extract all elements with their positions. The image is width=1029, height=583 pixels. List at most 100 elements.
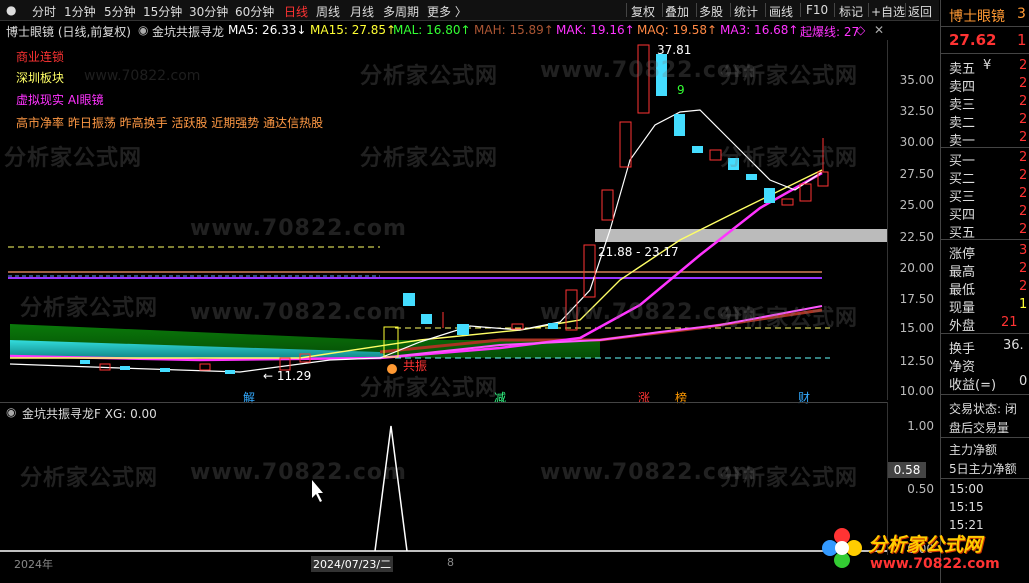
fuquan-button[interactable]: 复权 [631, 3, 655, 20]
bid4-label: 买四 [949, 208, 976, 223]
stock-title: 博士眼镜 (日线,前复权) [6, 25, 131, 39]
date-bar: 2024年 2024/07/23/二 8 [0, 556, 887, 572]
statistics-button[interactable]: 统计 [734, 3, 758, 20]
tags-label: 高市净率 昨日振荡 昨高换手 活跃股 近期强势 通达信热股 [16, 116, 324, 130]
cursor-date-label: 2024/07/23/二 [311, 556, 394, 572]
bid4-value: 2 [1019, 204, 1028, 219]
outer-label: 外盘 [949, 319, 976, 334]
limit-up-value: 3 [1019, 243, 1028, 258]
volume-label: 现量 [949, 301, 976, 316]
mouse-cursor-icon [312, 480, 323, 502]
high-value: 2 [1019, 261, 1028, 276]
logo-flower-icon [818, 524, 866, 572]
bid2-label: 买二 [949, 172, 976, 187]
current-price: 27.62 [949, 31, 997, 49]
period-tab-5min[interactable]: 5分钟 [104, 3, 136, 20]
eps-label: 收益(=) [949, 378, 997, 393]
outer-value: 21 [1001, 315, 1018, 330]
concept-label: 虚拟现实 AI眼镜 [16, 93, 104, 107]
bid5-value: 2 [1019, 222, 1028, 237]
axis-tick: 17.50 [899, 292, 934, 306]
stock-name: 博士眼镜 [949, 9, 1005, 25]
period-tab-more[interactable]: 更多 〉 [427, 3, 467, 20]
bid1-value: 2 [1019, 150, 1028, 165]
add-watchlist-button[interactable]: +自选 [871, 3, 905, 20]
bid3-value: 2 [1019, 186, 1028, 201]
period-tab-weekly[interactable]: 周线 [316, 3, 340, 20]
mah-value: MAH: 15.89↑ [474, 23, 554, 37]
axis-tick: 10.00 [899, 384, 934, 398]
ask5-value: 2 [1019, 58, 1028, 73]
tick-time: 15:00 [949, 482, 984, 496]
peak-price-label: 37.81 [657, 43, 692, 57]
logo-url-text: www.70822.com [870, 556, 1000, 572]
close-icon[interactable]: ✕ [874, 23, 884, 37]
tick-time: 15:15 [949, 500, 984, 514]
ask3-value: 2 [1019, 94, 1028, 109]
mark-button[interactable]: 标记 [839, 3, 863, 20]
period-tab-60min[interactable]: 60分钟 [235, 3, 274, 20]
yen-icon: ¥ [983, 58, 992, 73]
watermark: 分析家公式网 [360, 376, 499, 401]
axis-tick: 35.00 [899, 73, 934, 87]
axis-tick: 12.50 [899, 354, 934, 368]
overlay-button[interactable]: 叠加 [665, 3, 689, 20]
ask2-label: 卖二 [949, 116, 976, 131]
sub-indicator-chart[interactable] [0, 420, 887, 555]
ask5-label: 卖五 [949, 62, 976, 77]
settings-icon[interactable]: ◉ [138, 23, 148, 37]
period-tab-30min[interactable]: 30分钟 [189, 3, 228, 20]
trade-status: 交易状态: 闭 [949, 402, 1017, 416]
period-tab-1min[interactable]: 1分钟 [64, 3, 96, 20]
logo-site-text: 分析家公式网 [868, 534, 983, 556]
main-net-label: 主力净额 [949, 443, 998, 457]
indicator-header: 博士眼镜 (日线,前复权) ◉ 金坑共振寻龙 MA5: 26.33↓ MA15:… [0, 21, 890, 39]
range-label: 21.88 - 23.17 [598, 245, 679, 259]
period-tab-fenshi[interactable]: 分时 [32, 3, 56, 20]
period-tab-15min[interactable]: 15分钟 [143, 3, 182, 20]
period-tab-monthly[interactable]: 月线 [350, 3, 374, 20]
year-label: 2024年 [14, 558, 53, 571]
price-suffix: 1 [1017, 31, 1027, 49]
period-tab-daily[interactable]: 日线 [284, 3, 308, 20]
main-net-5d-label: 5日主力净额 [949, 462, 1017, 476]
eps-value: 0 [1019, 374, 1028, 389]
low-label: 最低 [949, 283, 976, 298]
low-price-label: ← 11.29 [263, 369, 312, 383]
back-button[interactable]: 返回 [908, 3, 932, 20]
signal-9-label: 9 [677, 83, 685, 97]
indicator-name[interactable]: 金坑共振寻龙 [152, 23, 224, 40]
axis-tick: 30.00 [899, 135, 934, 149]
axis-tick: 15.00 [899, 321, 934, 335]
period-toolbar: ● 分时 1分钟 5分钟 15分钟 30分钟 60分钟 日线 周线 月线 多周期… [0, 0, 939, 21]
f10-button[interactable]: F10 [806, 3, 828, 17]
more-icon[interactable]: ◇ [856, 23, 865, 37]
multi-stock-button[interactable]: 多股 [699, 3, 723, 20]
watermark: 分析家公式网 [720, 306, 859, 331]
draw-line-button[interactable]: 画线 [769, 3, 793, 20]
mak-value: MAK: 19.16↑ [556, 23, 635, 37]
ask3-label: 卖三 [949, 98, 976, 113]
ask1-value: 2 [1019, 130, 1028, 145]
mal-value: MAL: 16.80↑ [393, 23, 471, 37]
turnover-label: 换手 [949, 342, 976, 357]
kline-chart[interactable] [0, 40, 887, 400]
ask2-value: 2 [1019, 112, 1028, 127]
watermark: 分析家公式网 [720, 64, 859, 89]
period-tab-multi[interactable]: 多周期 [383, 3, 419, 20]
watermark: www.70822.com [190, 216, 407, 241]
quote-panel: 博士眼镜 3 27.62 1 卖五 ¥ 2 卖四 2 卖三 2 卖二 2 卖一 … [940, 0, 1029, 583]
axis-tick: 25.00 [899, 198, 934, 212]
ma5-value: MA5: 26.33↓ [228, 23, 307, 37]
watermark: 分析家公式网 [720, 146, 859, 171]
after-hours-volume: 盘后交易量 [949, 421, 1010, 435]
net-asset-label: 净资 [949, 360, 976, 375]
sector-label-1: 商业连锁 [16, 50, 65, 64]
maq-value: MAQ: 19.58↑ [637, 23, 718, 37]
watermark: www.70822.com [84, 68, 201, 84]
sub-indicator-header: ◉ 金坑共振寻龙F XG: 0.00 [0, 402, 887, 421]
bid2-value: 2 [1019, 168, 1028, 183]
ma3-value: MA3: 16.68↑ [720, 23, 799, 37]
settings-icon[interactable]: ◉ [6, 405, 16, 419]
range-box [595, 229, 887, 242]
